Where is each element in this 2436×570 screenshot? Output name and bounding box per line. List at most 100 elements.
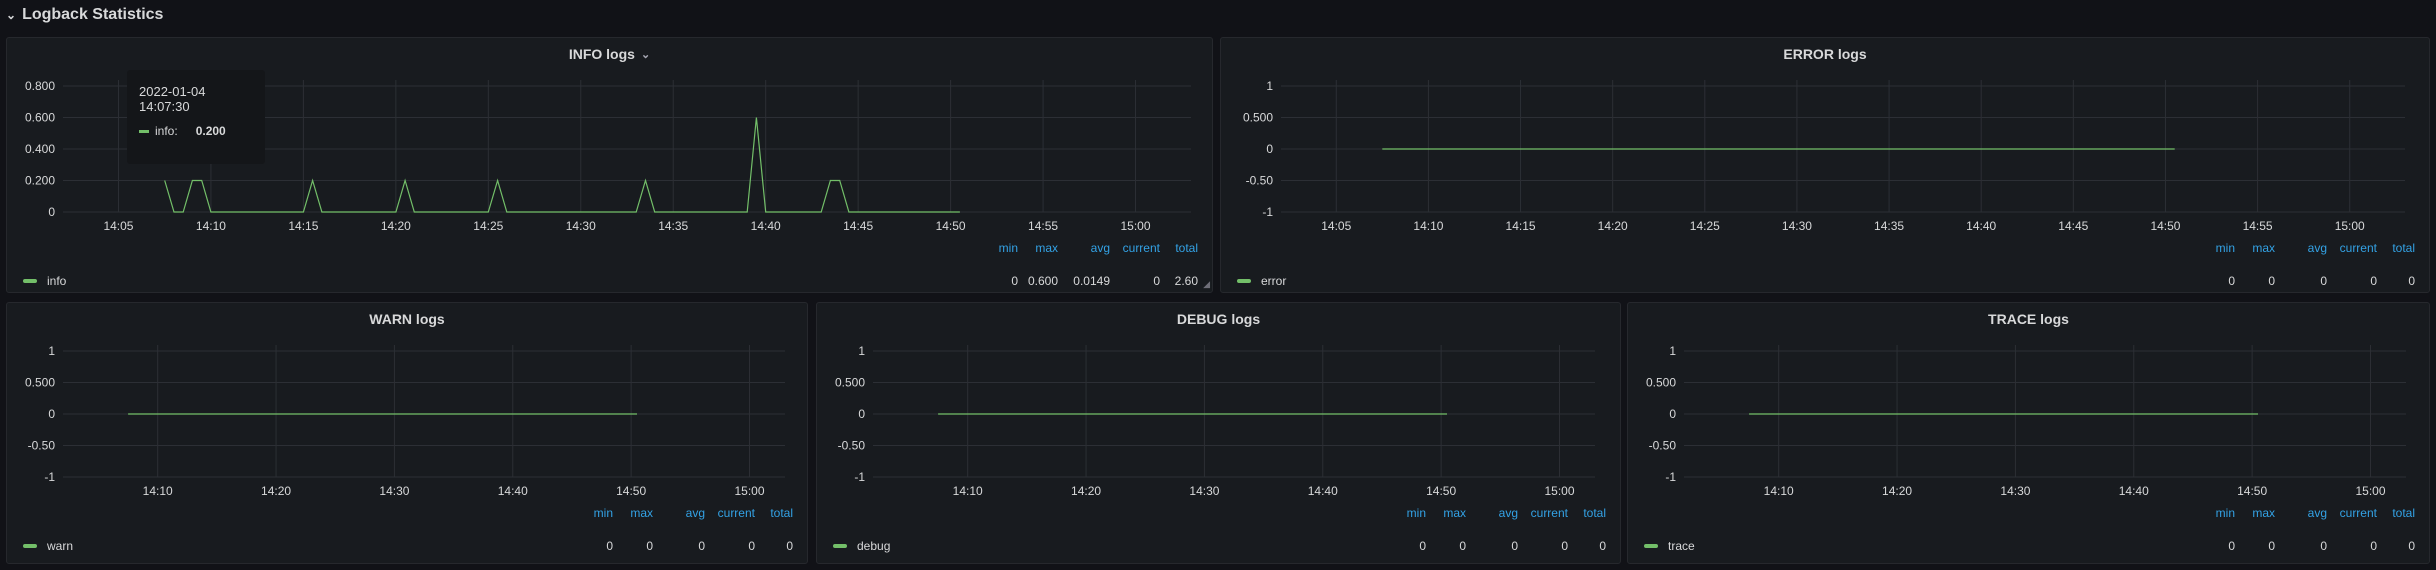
x-tick-label: 15:00 (1121, 219, 1151, 233)
stat-header-avg[interactable]: avg (1499, 506, 1518, 520)
y-tick-label: 1 (48, 344, 55, 358)
tooltip-time: 2022-01-04 14:07:30 (139, 84, 206, 114)
tooltip-series-name: info: (155, 124, 178, 138)
stat-value-avg: 0.0149 (1073, 274, 1110, 288)
x-tick-label: 14:55 (1028, 219, 1058, 233)
x-tick-label: 14:30 (379, 484, 409, 498)
row-header-logback-statistics[interactable]: ⌄ Logback Statistics (6, 2, 163, 28)
stat-value-min: 0 (1011, 274, 1018, 288)
x-tick-label: 14:20 (1882, 484, 1912, 498)
y-tick-label: -0.50 (838, 439, 866, 453)
legend-item-warn[interactable]: warn (23, 539, 73, 553)
x-tick-label: 14:10 (953, 484, 983, 498)
x-tick-label: 14:50 (2237, 484, 2267, 498)
stat-header-total[interactable]: total (770, 506, 793, 520)
legend-label: trace (1668, 539, 1695, 553)
stat-value-total: 0 (2408, 539, 2415, 553)
stat-header-max[interactable]: max (1443, 506, 1466, 520)
y-tick-label: 0.500 (1243, 111, 1273, 125)
stat-header-min[interactable]: min (2216, 506, 2235, 520)
legend-label: debug (857, 539, 891, 553)
stat-value-min: 0 (1419, 539, 1426, 553)
x-tick-label: 15:00 (1544, 484, 1574, 498)
y-tick-label: -0.50 (1246, 174, 1274, 188)
graph-debug[interactable]: -1 -0.50 0 0.500 1 14:10 14:20 14:30 14:40 14:50 1… (817, 303, 1622, 565)
stat-header-max[interactable]: max (630, 506, 653, 520)
x-tick-label: 15:00 (2335, 219, 2365, 233)
legend-item-debug[interactable]: debug (833, 539, 890, 553)
stat-value-total: 0 (786, 539, 793, 553)
stat-header-total[interactable]: total (1583, 506, 1606, 520)
stat-value-current: 0 (1153, 274, 1160, 288)
stat-header-avg[interactable]: avg (686, 506, 705, 520)
x-tick-label: 14:50 (2150, 219, 2180, 233)
legend-swatch (23, 544, 37, 548)
panel-trace-logs[interactable]: TRACE logs -1 -0.50 0 0.500 1 14:10 14:20 14:30 1… (1627, 302, 2430, 564)
y-tick-label: 0.500 (25, 376, 55, 390)
y-tick-label: 0 (48, 407, 55, 421)
stat-value-current: 0 (748, 539, 755, 553)
stat-value-max: 0 (1459, 539, 1466, 553)
x-tick-label: 14:10 (1413, 219, 1443, 233)
stat-value-avg: 0 (1511, 539, 1518, 553)
x-tick-label: 14:30 (566, 219, 596, 233)
stat-header-min[interactable]: min (594, 506, 613, 520)
y-tick-label: -1 (1262, 205, 1273, 219)
panel-warn-logs[interactable]: WARN logs -1 -0.50 0 0.500 1 14:10 14:20 14:30 14… (6, 302, 808, 564)
graph-error[interactable]: -1 -0.50 0 0.500 1 14:05 14:10 14:15 14:20 14:25 1… (1221, 38, 2431, 294)
y-tick-label: 1 (1669, 344, 1676, 358)
tooltip-value: 0.200 (195, 124, 226, 138)
y-tick-label: -0.50 (28, 439, 56, 453)
stat-header-current[interactable]: current (2340, 506, 2377, 520)
x-tick-label: 14:45 (2058, 219, 2088, 233)
x-tick-label: 14:40 (1966, 219, 1996, 233)
stat-header-min[interactable]: min (999, 241, 1018, 255)
resize-handle-icon[interactable]: ◢ (1203, 279, 1210, 290)
panel-debug-logs[interactable]: DEBUG logs -1 -0.50 0 0.500 1 14:10 14:20 14:30 1… (816, 302, 1621, 564)
x-tick-label: 14:20 (1071, 484, 1101, 498)
stat-value-current: 0 (2370, 539, 2377, 553)
x-tick-label: 14:30 (1782, 219, 1812, 233)
stat-header-current[interactable]: current (718, 506, 755, 520)
stat-header-current[interactable]: current (2340, 241, 2377, 255)
stat-header-avg[interactable]: avg (2308, 241, 2327, 255)
stat-value-min: 0 (2228, 539, 2235, 553)
stat-header-max[interactable]: max (2252, 506, 2275, 520)
series-line-info (164, 117, 960, 213)
legend-label: warn (47, 539, 74, 553)
stat-value-avg: 0 (698, 539, 705, 553)
panel-error-logs[interactable]: ERROR logs -1 -0.50 0 0.500 1 14:05 14:10 14:15 1… (1220, 37, 2430, 293)
x-tick-label: 15:00 (2355, 484, 2385, 498)
stat-header-total[interactable]: total (2392, 241, 2415, 255)
x-tick-label: 15:00 (734, 484, 764, 498)
stat-header-max[interactable]: max (2252, 241, 2275, 255)
y-tick-label: 0.600 (25, 111, 55, 125)
x-tick-label: 14:45 (843, 219, 873, 233)
stat-value-avg: 0 (2320, 274, 2327, 288)
legend-item-trace[interactable]: trace (1644, 539, 1695, 553)
x-tick-label: 14:05 (1321, 219, 1351, 233)
y-tick-label: -1 (854, 470, 865, 484)
x-tick-label: 14:05 (103, 219, 133, 233)
y-tick-label: -1 (44, 470, 55, 484)
stat-value-avg: 0 (2320, 539, 2327, 553)
graph-trace[interactable]: -1 -0.50 0 0.500 1 14:10 14:20 14:30 14:40 14:50 1… (1628, 303, 2431, 565)
legend-item-info[interactable]: info (23, 274, 66, 288)
stat-value-min: 0 (606, 539, 613, 553)
stat-value-max: 0 (2268, 539, 2275, 553)
y-tick-label: 1 (858, 344, 865, 358)
stat-header-total[interactable]: total (1175, 241, 1198, 255)
stat-header-avg[interactable]: avg (2308, 506, 2327, 520)
stat-header-total[interactable]: total (2392, 506, 2415, 520)
y-tick-label: 0.500 (1646, 376, 1676, 390)
legend-item-error[interactable]: error (1237, 274, 1286, 288)
stat-header-current[interactable]: current (1123, 241, 1160, 255)
graph-warn[interactable]: -1 -0.50 0 0.500 1 14:10 14:20 14:30 14:40 14:50 1… (7, 303, 809, 565)
x-tick-label: 14:35 (1874, 219, 1904, 233)
stat-header-min[interactable]: min (2216, 241, 2235, 255)
x-tick-label: 14:35 (658, 219, 688, 233)
stat-header-min[interactable]: min (1407, 506, 1426, 520)
stat-header-current[interactable]: current (1531, 506, 1568, 520)
stat-header-avg[interactable]: avg (1091, 241, 1110, 255)
stat-header-max[interactable]: max (1035, 241, 1058, 255)
